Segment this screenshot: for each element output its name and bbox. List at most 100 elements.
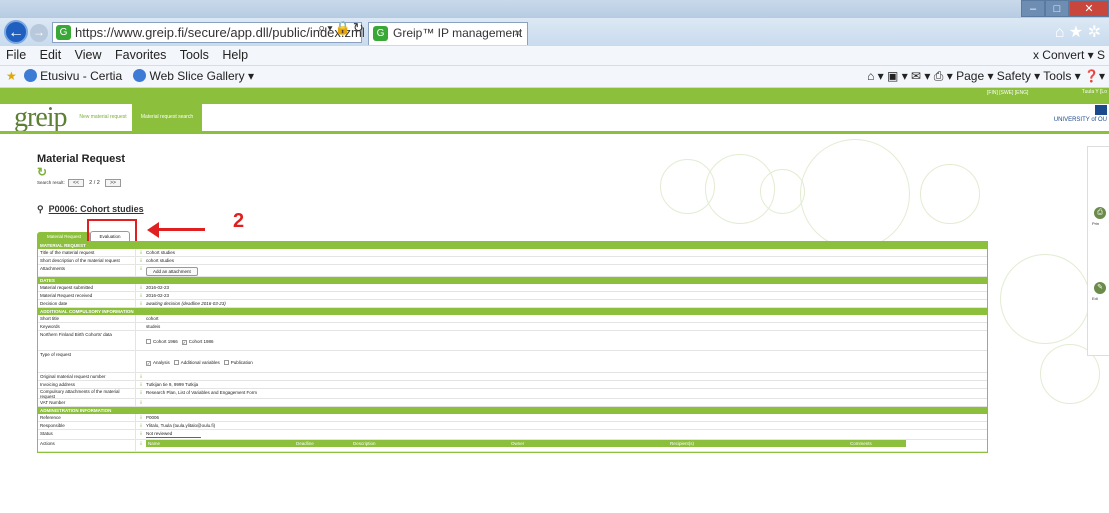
project-link[interactable]: P0006: Cohort studies bbox=[49, 204, 144, 214]
minimize-button[interactable]: – bbox=[1021, 0, 1045, 17]
column-header: Description bbox=[353, 441, 376, 446]
command-bar-text[interactable]: Page ▾ Safety ▾ Tools ▾ bbox=[956, 69, 1081, 83]
field-value[interactable] bbox=[146, 373, 987, 380]
prev-result-button[interactable]: << bbox=[68, 179, 84, 187]
menu-help[interactable]: Help bbox=[222, 48, 248, 62]
form-row: Attachments i Add an attachment bbox=[38, 265, 987, 277]
menu-file[interactable]: File bbox=[6, 48, 26, 62]
checkbox-cohort1966[interactable] bbox=[146, 339, 151, 344]
column-header: Recipient(s) bbox=[670, 441, 695, 446]
menu-edit[interactable]: Edit bbox=[40, 48, 62, 62]
command-icons[interactable]: ⌂ ▾ ▣ ▾ ✉ ▾ ⎙ ▾ bbox=[867, 69, 956, 83]
info-icon[interactable]: i bbox=[136, 300, 146, 307]
tab-close-icon[interactable]: × bbox=[514, 23, 521, 44]
next-result-button[interactable]: >> bbox=[105, 179, 121, 187]
address-row: ← → G https://www.greip.fi/secure/app.dl… bbox=[0, 18, 1109, 61]
form-row: Decision date i awaiting decision (deadlin… bbox=[38, 300, 987, 308]
material-request-form: MATERIAL REQUEST Title of the material r… bbox=[37, 241, 988, 453]
window-titlebar: – □ ✕ bbox=[0, 0, 1109, 18]
checkbox-additional-variables[interactable] bbox=[173, 360, 179, 365]
field-value[interactable] bbox=[146, 399, 987, 406]
info-icon[interactable]: i bbox=[136, 381, 146, 388]
info-icon[interactable]: i bbox=[136, 414, 146, 421]
field-label: Northern Finland Birth Cohorts' data bbox=[38, 331, 136, 350]
maximize-button[interactable]: □ bbox=[1045, 0, 1069, 17]
back-button[interactable]: ← bbox=[4, 20, 28, 44]
app-header: greip New material request Material requ… bbox=[0, 102, 1109, 134]
close-window-button[interactable]: ✕ bbox=[1069, 0, 1109, 17]
nav-material-request-search[interactable]: Material request search bbox=[132, 104, 202, 131]
app-top-bar: [FIN] [SWE] [ENG] Tuula Y [Lo bbox=[0, 88, 1109, 104]
field-label: Invoicing address bbox=[38, 381, 136, 388]
column-header: Owner bbox=[511, 441, 525, 446]
language-links[interactable]: [FIN] [SWE] [ENG] bbox=[987, 90, 1028, 96]
section-additional-info: ADDITIONAL COMPULSORY INFORMATION bbox=[38, 308, 987, 315]
favorite-etusivu[interactable]: Etusivu - Certia bbox=[40, 69, 122, 83]
checkbox-cohort1986[interactable]: ✓ bbox=[181, 340, 187, 345]
section-administration: ADMINISTRATION INFORMATION bbox=[38, 407, 987, 414]
field-value[interactable]: Tutkijan tie 9, 9999 Tutkija bbox=[146, 381, 987, 388]
side-action-panel: ⎙ Prin ✎ Edi bbox=[1087, 146, 1109, 356]
menu-favorites[interactable]: Favorites bbox=[115, 48, 166, 62]
form-row: Reference i P0006 bbox=[38, 414, 987, 422]
menu-bar: File Edit View Favorites Tools Help x Co… bbox=[0, 46, 1109, 66]
browser-tab[interactable]: G Greip™ IP management sof... × bbox=[368, 22, 528, 61]
info-icon[interactable]: i bbox=[136, 389, 146, 398]
form-row: Invoicing address i Tutkijan tie 9, 9999 T… bbox=[38, 381, 987, 389]
field-value: ✓ Analysis Additional variables Publication bbox=[146, 351, 987, 372]
field-label: Type of request bbox=[38, 351, 136, 372]
menu-view[interactable]: View bbox=[75, 48, 102, 62]
decorative-bubble bbox=[1000, 254, 1090, 344]
form-row: Northern Finland Birth Cohorts' data Coho… bbox=[38, 331, 987, 351]
menu-tools[interactable]: Tools bbox=[180, 48, 209, 62]
field-value[interactable]: cohort bbox=[146, 315, 987, 322]
field-value: 2016-02-23 bbox=[146, 285, 170, 290]
address-bar[interactable]: G https://www.greip.fi/secure/app.dll/pu… bbox=[52, 22, 365, 43]
info-icon[interactable]: i bbox=[136, 292, 146, 299]
address-controls[interactable]: ⌕▾🔒↻ bbox=[318, 20, 366, 36]
forward-button[interactable]: → bbox=[30, 24, 48, 42]
favorites-star-icon[interactable]: ★ bbox=[6, 69, 17, 83]
annotation-number: 2 bbox=[233, 210, 245, 232]
info-icon[interactable]: i bbox=[136, 249, 146, 256]
form-row: VAT Number i bbox=[38, 399, 987, 407]
favorite-webslice[interactable]: Web Slice Gallery ▾ bbox=[149, 69, 254, 83]
field-label: Short title bbox=[38, 315, 136, 322]
form-row: Short title cohort bbox=[38, 315, 987, 323]
form-row: Type of request ✓ Analysis Additional varia… bbox=[38, 351, 987, 373]
print-icon[interactable]: ⎙ bbox=[1094, 207, 1106, 219]
status-select[interactable]: Not reviewed bbox=[146, 430, 201, 438]
info-icon[interactable]: i bbox=[136, 422, 146, 429]
command-bar[interactable]: ⌂ ▾ ▣ ▾ ✉ ▾ ⎙ ▾ Page ▾ Safety ▾ Tools ▾ … bbox=[867, 66, 1105, 87]
checkbox-analysis[interactable]: ✓ bbox=[146, 361, 151, 366]
decorative-bubble bbox=[760, 169, 805, 214]
checkbox-publication[interactable] bbox=[223, 360, 229, 365]
checkbox-label: Publication bbox=[230, 360, 253, 365]
window-controls: – □ ✕ bbox=[1021, 0, 1109, 17]
info-icon[interactable]: i bbox=[136, 257, 146, 264]
field-label: Decision date bbox=[38, 300, 136, 307]
user-info[interactable]: Tuula Y [Lo bbox=[1082, 89, 1107, 95]
field-value: 2016-02-23 bbox=[146, 293, 170, 298]
greip-logo[interactable]: greip bbox=[14, 102, 68, 134]
info-icon[interactable]: i bbox=[136, 373, 146, 380]
info-icon[interactable]: i bbox=[136, 399, 146, 406]
nav-new-material-request[interactable]: New material request bbox=[74, 104, 132, 131]
refresh-icon[interactable]: ↻ bbox=[37, 165, 47, 179]
field-value[interactable]: studeis bbox=[146, 323, 987, 330]
search-result-label: Search result: bbox=[37, 180, 65, 185]
form-row: Keywords studeis bbox=[38, 323, 987, 331]
add-attachment-button[interactable]: Add an attachment bbox=[146, 267, 198, 276]
project-heading: ⚲ P0006: Cohort studies bbox=[37, 204, 144, 215]
edit-icon[interactable]: ✎ bbox=[1094, 282, 1106, 294]
home-star-gear-icons[interactable]: ⌂ ★ ✲ bbox=[1055, 22, 1101, 42]
convert-toolbar[interactable]: x Convert ▾ S bbox=[1033, 46, 1105, 65]
help-icon[interactable]: ❓▾ bbox=[1081, 69, 1105, 83]
info-icon[interactable]: i bbox=[136, 440, 146, 451]
info-icon[interactable]: i bbox=[136, 284, 146, 291]
field-label: Status bbox=[38, 430, 136, 439]
info-icon[interactable]: i bbox=[136, 430, 146, 439]
form-row: Title of the material request i Cohort stu… bbox=[38, 249, 987, 257]
info-icon[interactable]: i bbox=[136, 265, 146, 276]
form-row: Short description of the material reques… bbox=[38, 257, 987, 265]
